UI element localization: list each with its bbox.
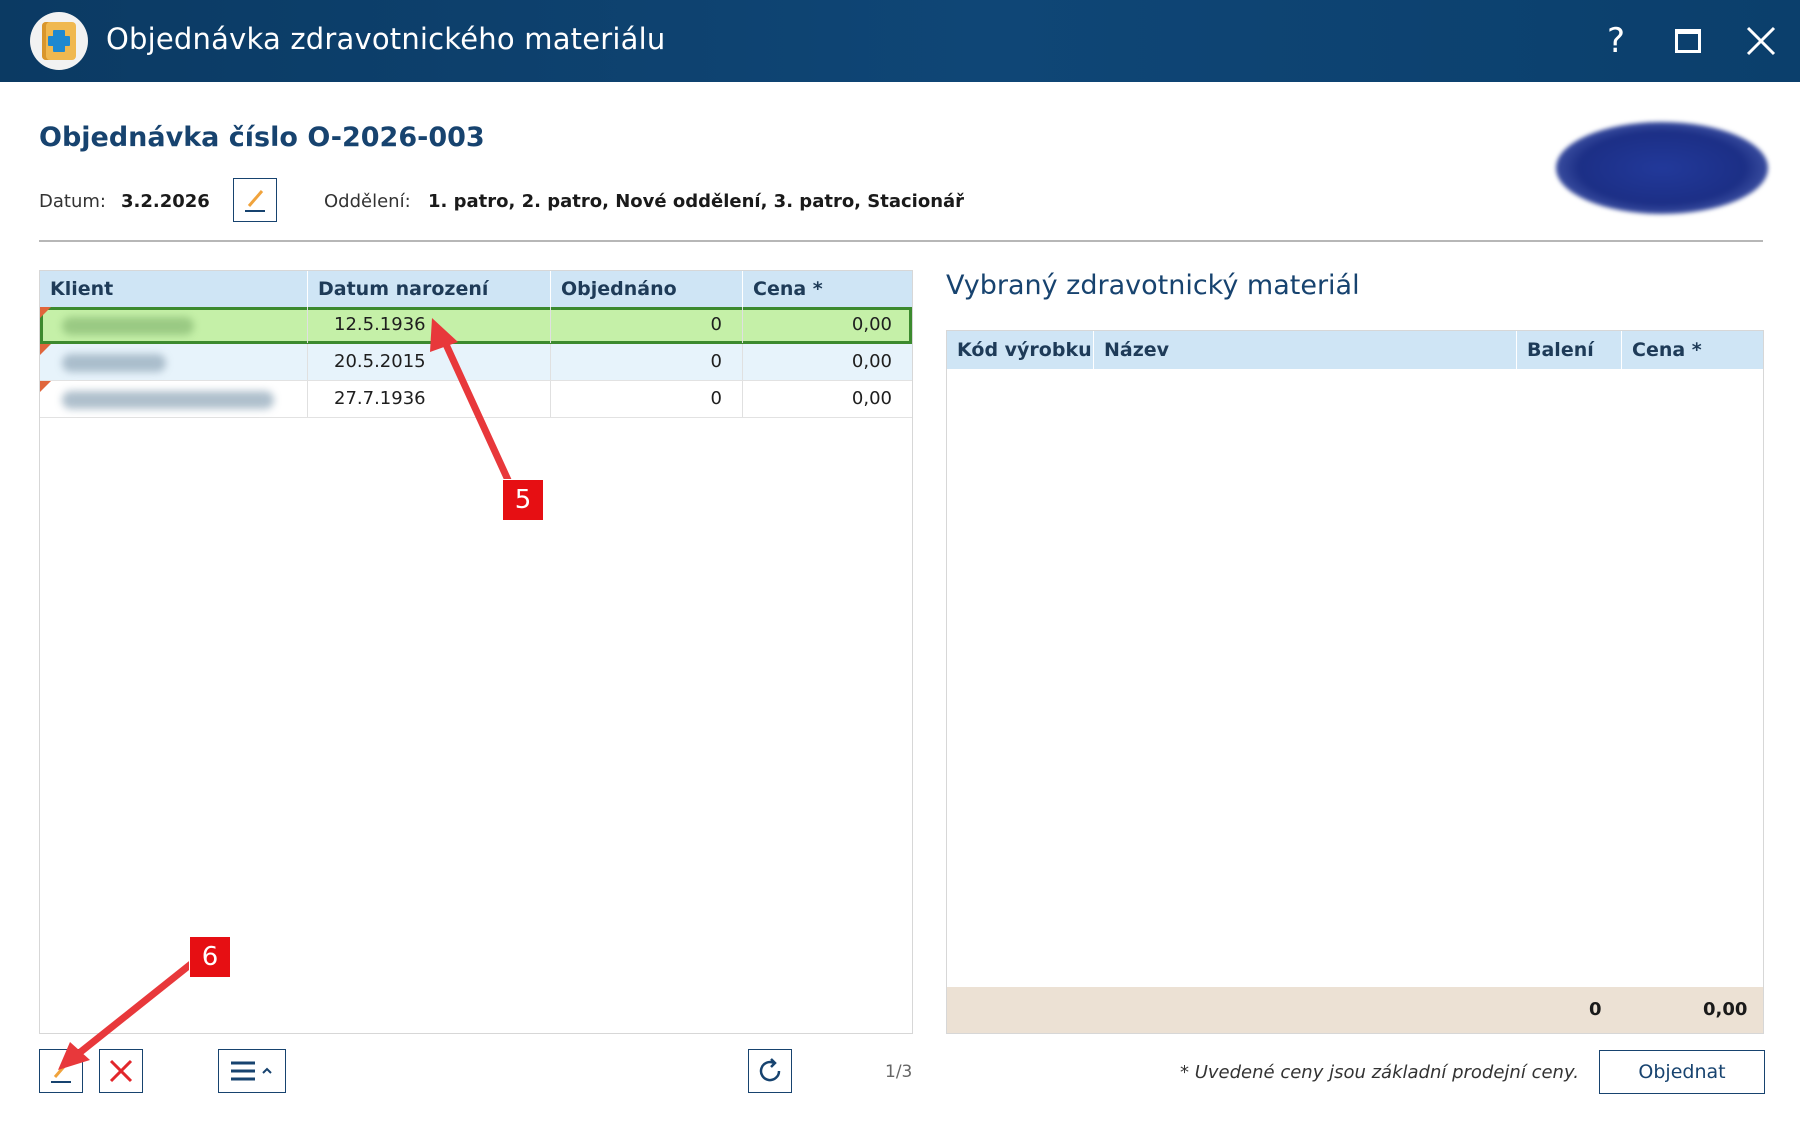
delete-icon xyxy=(109,1059,133,1083)
edit-date-button[interactable] xyxy=(233,178,277,222)
date-label: Datum: xyxy=(39,191,106,212)
clients-table: Klient Datum narození Objednáno Cena * 1… xyxy=(39,270,913,1034)
annotation-callout-6: 6 xyxy=(190,937,230,977)
materials-title: Vybraný zdravotnický materiál xyxy=(946,270,1360,301)
column-header-birth-date[interactable]: Datum narození xyxy=(308,271,551,307)
row-marker-icon xyxy=(40,307,51,318)
birth-date-cell: 27.7.1936 xyxy=(308,381,551,417)
materials-totals-bar: 0 0,00 xyxy=(947,987,1763,1033)
materials-table-header: Kód výrobku Název Balení Cena * xyxy=(947,331,1763,369)
refresh-icon xyxy=(759,1058,781,1082)
price-cell: 0,00 xyxy=(851,351,892,372)
close-icon xyxy=(1746,26,1776,56)
clients-table-header: Klient Datum narození Objednáno Cena * xyxy=(40,271,912,307)
ordered-cell: 0 xyxy=(551,344,743,380)
redacted-client-name xyxy=(62,354,166,372)
table-row[interactable]: 12.5.1936 0 0,00 xyxy=(40,307,912,344)
column-header-package[interactable]: Balení xyxy=(1517,331,1622,369)
price-note: * Uvedené ceny jsou základní prodejní ce… xyxy=(1180,1062,1579,1083)
client-name-cell xyxy=(40,307,308,343)
refresh-button[interactable] xyxy=(748,1049,792,1093)
row-marker-icon xyxy=(40,381,51,392)
help-button[interactable]: ? xyxy=(1593,18,1639,64)
total-count: 0 xyxy=(1589,999,1602,1020)
delete-button[interactable] xyxy=(99,1049,143,1093)
column-header-client[interactable]: Klient xyxy=(40,271,308,307)
maximize-icon xyxy=(1675,29,1701,53)
pencil-icon xyxy=(245,190,265,212)
date-value: 3.2.2026 xyxy=(121,191,210,212)
table-row[interactable]: 20.5.2015 0 0,00 xyxy=(40,344,912,381)
edit-order-button[interactable] xyxy=(39,1049,83,1093)
birth-date-cell: 20.5.2015 xyxy=(308,344,551,380)
menu-button[interactable] xyxy=(218,1049,286,1093)
table-row[interactable]: 27.7.1936 0 0,00 xyxy=(40,381,912,418)
redacted-client-name xyxy=(62,317,194,335)
column-header-product-code[interactable]: Kód výrobku xyxy=(947,331,1094,369)
column-header-name[interactable]: Název xyxy=(1094,331,1517,369)
total-price: 0,00 xyxy=(1703,999,1748,1020)
department-value: 1. patro, 2. patro, Nové oddělení, 3. pa… xyxy=(428,191,965,212)
header-divider xyxy=(39,240,1763,242)
menu-icon xyxy=(231,1061,272,1081)
window-title: Objednávka zdravotnického materiálu xyxy=(106,22,666,56)
client-name-cell xyxy=(40,344,308,380)
row-marker-icon xyxy=(40,344,51,355)
pencil-icon xyxy=(51,1061,71,1083)
ordered-cell: 0 xyxy=(551,381,743,417)
column-header-material-price[interactable]: Cena * xyxy=(1622,331,1763,369)
department-label: Oddělení: xyxy=(324,191,411,212)
maximize-button[interactable] xyxy=(1665,18,1711,64)
order-title: Objednávka číslo O-2026-003 xyxy=(39,122,485,153)
help-icon: ? xyxy=(1606,21,1626,61)
annotation-callout-5: 5 xyxy=(503,480,543,520)
column-header-ordered[interactable]: Objednáno xyxy=(551,271,743,307)
price-cell: 0,00 xyxy=(851,314,892,335)
price-cell: 0,00 xyxy=(851,388,892,409)
materials-table: Kód výrobku Název Balení Cena * 0 0,00 xyxy=(946,330,1764,1034)
company-logo xyxy=(1556,122,1768,214)
row-pager: 1/3 xyxy=(885,1062,913,1082)
column-header-price[interactable]: Cena * xyxy=(743,271,912,307)
client-name-cell xyxy=(40,381,308,417)
birth-date-cell: 12.5.1936 xyxy=(308,307,551,343)
window-title-bar: Objednávka zdravotnického materiálu ? xyxy=(0,0,1800,82)
ordered-cell: 0 xyxy=(551,307,743,343)
close-button[interactable] xyxy=(1738,18,1784,64)
redacted-client-name xyxy=(62,391,274,409)
medical-book-icon xyxy=(30,12,88,70)
order-button[interactable]: Objednat xyxy=(1599,1050,1765,1094)
